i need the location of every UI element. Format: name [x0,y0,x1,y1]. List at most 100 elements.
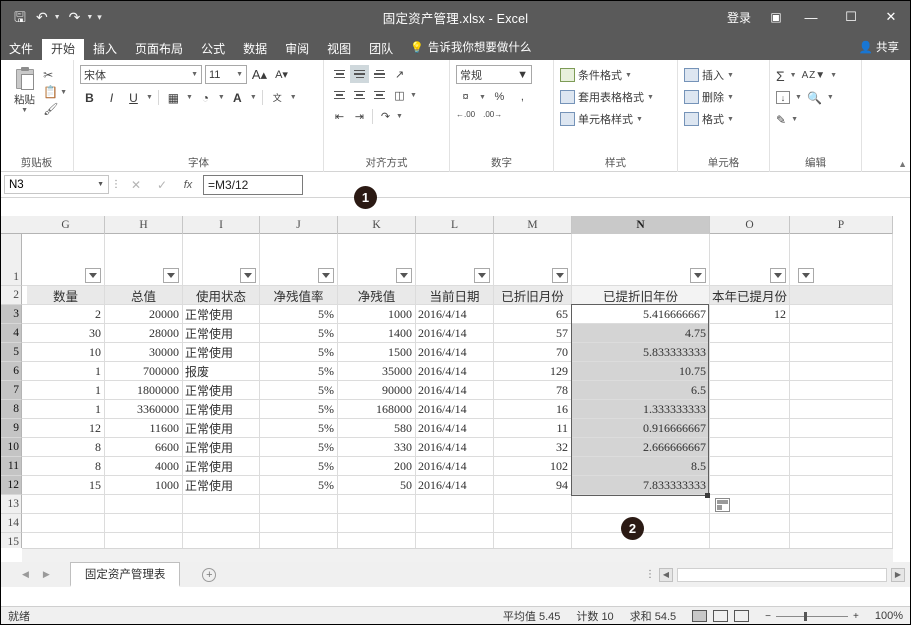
cell-K12[interactable]: 50 [338,476,416,494]
autosum-dropdown-icon[interactable]: ▼ [790,72,797,79]
cell-H13[interactable] [105,495,183,513]
cell-L5[interactable]: 2016/4/14 [416,343,494,361]
sort-filter-dropdown-icon[interactable]: ▼ [830,72,837,79]
page-break-view-icon[interactable] [734,610,750,622]
scroll-right-button[interactable]: ▶ [891,567,905,582]
cell-N7[interactable]: 6.5 [572,381,710,399]
cell-H10[interactable]: 6600 [105,438,183,456]
paste-button[interactable]: 粘贴 ▼ [6,65,43,114]
cell-K15[interactable] [338,533,416,548]
wrap-text-icon[interactable]: ↷ [376,107,395,125]
cell-J11[interactable]: 5% [260,457,338,475]
filter-dropdown-l[interactable] [474,268,490,283]
align-bottom-icon[interactable] [370,65,389,83]
cell-P4[interactable] [790,324,893,342]
cell-K8[interactable]: 168000 [338,400,416,418]
cell-L2[interactable]: 当前日期 [416,286,494,304]
format-as-table-dropdown-icon[interactable]: ▼ [647,94,654,101]
cell-K7[interactable]: 90000 [338,381,416,399]
cell-H6[interactable]: 700000 [105,362,183,380]
cell-O10[interactable] [710,438,790,456]
sheet-scroll-track[interactable] [677,567,887,582]
cell-P11[interactable] [790,457,893,475]
undo-dropdown-icon[interactable]: ▼ [54,14,63,21]
cell-L4[interactable]: 2016/4/14 [416,324,494,342]
cell-M14[interactable] [494,514,572,532]
font-color-icon[interactable]: A [228,88,247,107]
cell-I8[interactable]: 正常使用 [183,400,260,418]
percent-style-icon[interactable]: % [490,88,509,106]
format-cells-dropdown-icon[interactable]: ▼ [727,116,734,123]
fill-color-icon[interactable]: ◔ [196,88,215,107]
cell-O9[interactable] [710,419,790,437]
cell-P13[interactable] [790,495,893,513]
insert-function-icon[interactable]: fx [175,179,201,191]
number-format-box[interactable]: 常规 ▼ [456,65,532,84]
column-header-h[interactable]: H [105,216,183,234]
cell-M1[interactable] [494,234,572,285]
cell-I10[interactable]: 正常使用 [183,438,260,456]
name-box-dropdown-icon[interactable]: ▼ [97,181,104,188]
column-header-k[interactable]: K [338,216,416,234]
comma-style-icon[interactable]: , [513,88,532,106]
cell-I1[interactable] [183,234,260,285]
tab-home[interactable]: 开始 [42,39,85,60]
cell-K6[interactable]: 35000 [338,362,416,380]
cell-I2[interactable]: 使用状态 [183,286,260,304]
share-button[interactable]: 👤 共享 [847,35,911,60]
underline-button[interactable]: U [124,88,143,107]
cell-O4[interactable] [710,324,790,342]
cell-L13[interactable] [416,495,494,513]
cell-H14[interactable] [105,514,183,532]
maximize-button[interactable]: ☐ [831,0,871,34]
filter-dropdown-i[interactable] [240,268,256,283]
cell-O3[interactable]: 12 [710,305,790,323]
cell-L11[interactable]: 2016/4/14 [416,457,494,475]
cell-H4[interactable]: 28000 [105,324,183,342]
cell-G6[interactable]: 1 [27,362,105,380]
cell-K5[interactable]: 1500 [338,343,416,361]
cell-G3[interactable]: 2 [27,305,105,323]
borders-icon[interactable]: ▦ [164,88,183,107]
cell-H15[interactable] [105,533,183,548]
font-size-box[interactable]: 11 ▼ [205,65,247,84]
filter-dropdown-k[interactable] [396,268,412,283]
fill-dropdown-icon[interactable]: ▼ [795,94,802,101]
cell-M3[interactable]: 65 [494,305,572,323]
zoom-slider[interactable]: − + [765,611,859,622]
cell-K14[interactable] [338,514,416,532]
cell-J2[interactable]: 净残值率 [260,286,338,304]
cell-O14[interactable] [710,514,790,532]
cell-M9[interactable]: 11 [494,419,572,437]
tab-insert[interactable]: 插入 [84,39,126,60]
sort-filter-icon[interactable]: A Z▼ [802,70,826,81]
cell-G2[interactable]: 数量 [27,286,105,304]
phonetic-guide-icon[interactable]: 文 [268,88,287,107]
column-header-l[interactable]: L [416,216,494,234]
filter-dropdown-o[interactable] [770,268,786,283]
row-header-9[interactable]: 9 [0,419,22,438]
find-select-dropdown-icon[interactable]: ▼ [827,94,834,101]
tab-team[interactable]: 团队 [360,39,402,60]
cell-O15[interactable] [710,533,790,548]
row-header-6[interactable]: 6 [0,362,22,381]
tab-formulas[interactable]: 公式 [192,39,234,60]
cell-N11[interactable]: 8.5 [572,457,710,475]
format-as-table-button[interactable]: 套用表格格式 ▼ [560,87,654,107]
cell-L10[interactable]: 2016/4/14 [416,438,494,456]
align-top-icon[interactable] [330,65,349,83]
row-header-4[interactable]: 4 [0,324,22,343]
cell-N5[interactable]: 5.833333333 [572,343,710,361]
currency-dropdown-icon[interactable]: ▼ [479,94,486,101]
cell-G5[interactable]: 10 [27,343,105,361]
cell-K1[interactable] [338,234,416,285]
fill-color-dropdown-icon[interactable]: ▼ [218,94,225,101]
row-header-2[interactable]: 2 [0,286,22,305]
cell-I12[interactable]: 正常使用 [183,476,260,494]
cell-K13[interactable] [338,495,416,513]
merge-cells-icon[interactable]: ◫ [390,86,409,104]
cell-L12[interactable]: 2016/4/14 [416,476,494,494]
cell-G13[interactable] [27,495,105,513]
phonetic-dropdown-icon[interactable]: ▼ [290,94,297,101]
clear-icon[interactable]: ✎ [776,113,786,127]
